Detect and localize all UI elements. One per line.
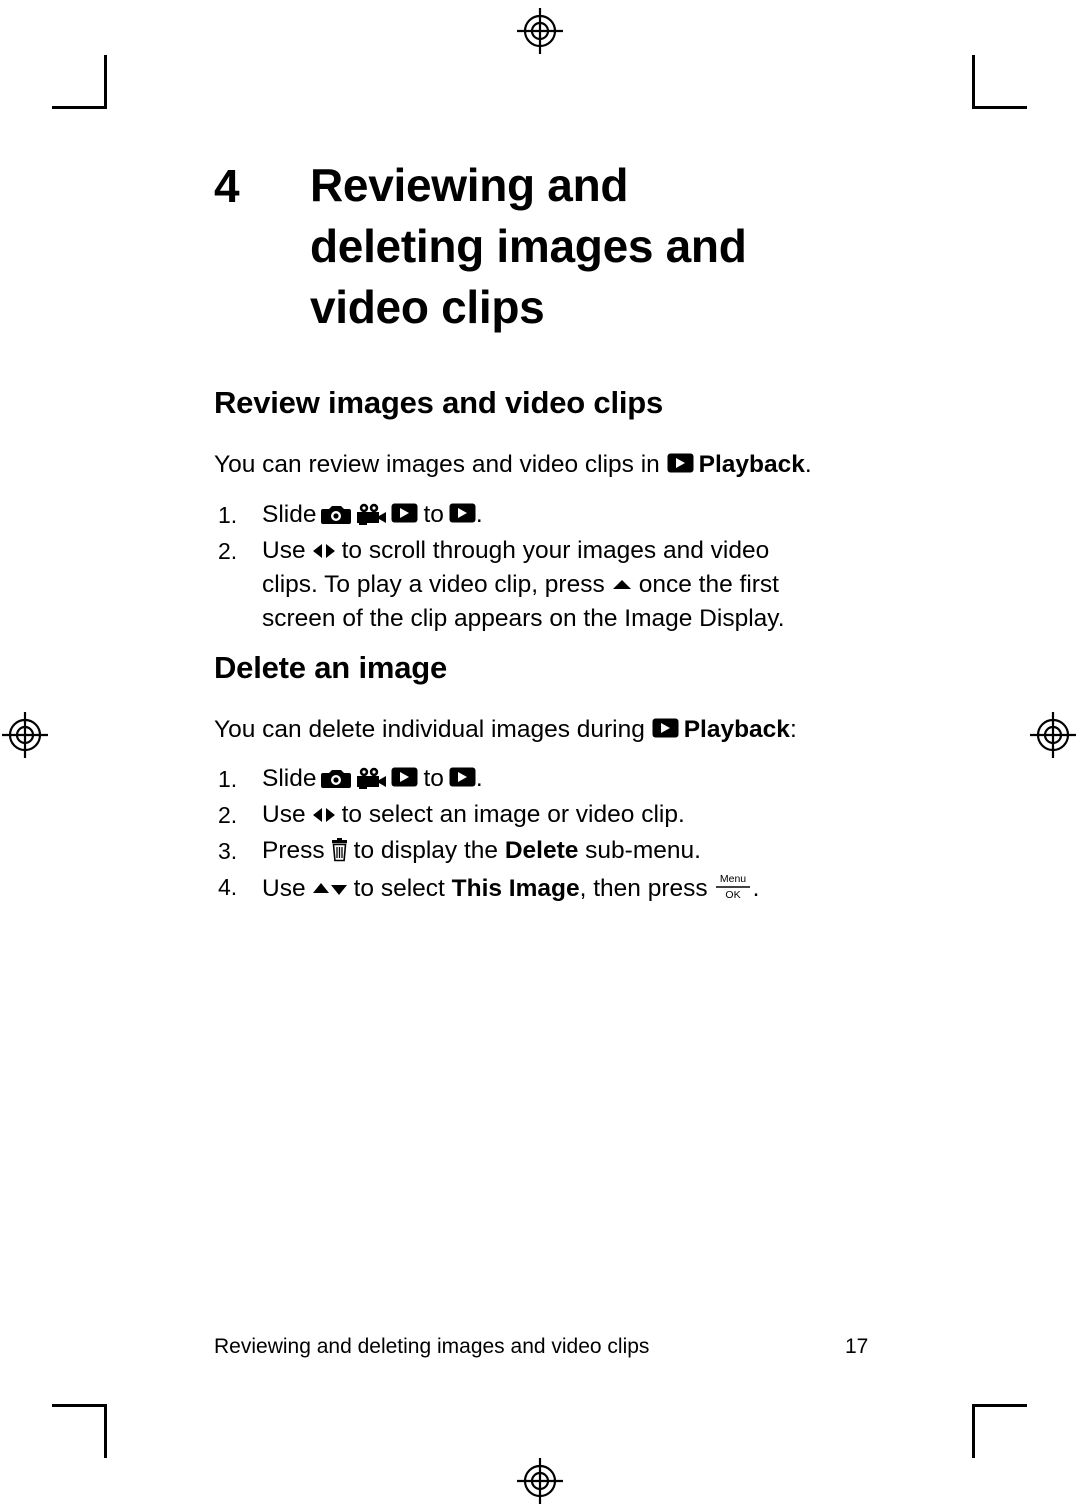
chapter-heading: 4 Reviewing and deleting images and vide… [214, 155, 874, 338]
playback-icon [667, 452, 694, 474]
trash-can-icon [330, 838, 349, 862]
video-capture-icon [356, 767, 387, 790]
left-right-arrows-icon [311, 541, 337, 561]
crop-mark-bottom-left-v [104, 1406, 107, 1458]
registration-mark-bottom [517, 1458, 563, 1504]
still-capture-icon [321, 767, 352, 790]
step-text-a: Slide [262, 765, 317, 792]
list-item: 4. Use to select This Image, then press M… [214, 870, 904, 906]
step-line: Slide to. [262, 498, 904, 532]
step-number: 1. [218, 766, 238, 792]
step-line: Press to display the Delete sub-menu. [262, 834, 904, 868]
step-line: clips. To play a video clip, press once t… [262, 568, 904, 602]
playback-icon [391, 502, 418, 524]
section-intro-delete: You can delete individual images during … [214, 713, 894, 747]
chapter-title-line-1: Reviewing and [310, 159, 629, 211]
list-item: 1. Slide to. [214, 498, 904, 532]
menu-ok-button-icon: Menu OK [713, 870, 753, 902]
crop-mark-bottom-right-v [972, 1406, 975, 1458]
step-number: 2. [218, 538, 238, 564]
intro-text-after: . [804, 451, 812, 478]
step-line: Use to scroll through your images and vid… [262, 534, 904, 568]
step-text-b: to select an image or video clip. [341, 801, 685, 828]
steps-list-review: 1. Slide to. 2. Use to scroll through your… [214, 498, 904, 638]
step-text-a: Press [262, 837, 325, 864]
up-arrow-icon [610, 577, 634, 593]
step-line2-a: clips. To play a video clip, press [262, 571, 605, 598]
step-text-c: . [475, 501, 483, 528]
step-text-a: Use [262, 537, 306, 564]
crop-mark-bottom-left-h [52, 1404, 107, 1407]
step-text-b: to select [353, 875, 452, 902]
chapter-title-line-3: video clips [310, 281, 545, 333]
step-number: 3. [218, 838, 238, 864]
manual-page: 4 Reviewing and deleting images and vide… [0, 0, 1080, 1512]
registration-mark-top [517, 8, 563, 54]
section-heading-delete: Delete an image [214, 650, 448, 685]
playback-icon [449, 766, 476, 788]
step-text-b: to [423, 501, 444, 528]
intro-text-bold: Playback [683, 716, 790, 743]
step-text-bold: This Image [451, 875, 580, 902]
step-number: 1. [218, 502, 238, 528]
svg-text:OK: OK [725, 889, 740, 901]
step-text-b: to scroll through your images and video [341, 537, 770, 564]
chapter-number: 4 [214, 160, 240, 212]
step-line: Slide to. [262, 762, 904, 796]
crop-mark-top-right-h [972, 106, 1027, 109]
playback-icon [391, 766, 418, 788]
step-line: screen of the clip appears on the Image … [262, 605, 785, 632]
list-item: 2. Use to scroll through your images and … [214, 534, 904, 636]
footer-page-number: 17 [845, 1335, 869, 1358]
intro-text-before: You can delete individual images during [214, 716, 652, 743]
crop-mark-top-left-h [52, 106, 107, 109]
chapter-title: Reviewing and deleting images and video … [310, 155, 747, 338]
intro-text-bold: Playback [698, 451, 805, 478]
step-text-a: Use [262, 801, 306, 828]
step-text-b: to [423, 765, 444, 792]
list-item: 1. Slide to. [214, 762, 904, 796]
section-intro-review: You can review images and video clips in… [214, 448, 894, 482]
video-capture-icon [356, 503, 387, 526]
step-line: Use to select an image or video clip. [262, 798, 904, 832]
step-text-c: . [475, 765, 483, 792]
left-right-arrows-icon [311, 805, 337, 825]
step-text-c: , then press [579, 875, 708, 902]
crop-mark-bottom-right-h [972, 1404, 1027, 1407]
playback-icon [449, 502, 476, 524]
list-item: 2. Use to select an image or video clip. [214, 798, 904, 832]
footer-title: Reviewing and deleting images and video … [214, 1335, 650, 1358]
chapter-title-line-2: deleting images and [310, 220, 747, 272]
step-text-a: Slide [262, 501, 317, 528]
step-text-bold: Delete [504, 837, 579, 864]
steps-list-delete: 1. Slide to. 2. Use to select an image or … [214, 762, 904, 908]
up-down-arrows-icon [311, 879, 349, 899]
still-capture-icon [321, 503, 352, 526]
registration-mark-left [2, 712, 48, 758]
section-heading-review: Review images and video clips [214, 385, 664, 420]
intro-text-after: : [789, 716, 797, 743]
step-text-d: . [752, 875, 760, 902]
step-text-b: to display the [353, 837, 505, 864]
list-item: 3. Press to display the Delete sub-menu. [214, 834, 904, 868]
intro-text-before: You can review images and video clips in [214, 451, 667, 478]
playback-icon [652, 717, 679, 739]
step-line: Use to select This Image, then press Menu… [262, 870, 904, 906]
step-line2-b: once the first [638, 571, 779, 598]
step-text-a: Use [262, 875, 306, 902]
crop-mark-top-right-v [972, 55, 975, 107]
step-number: 4. [218, 874, 238, 900]
registration-mark-right [1030, 712, 1076, 758]
svg-text:Menu: Menu [720, 873, 746, 885]
crop-mark-top-left-v [104, 55, 107, 107]
step-number: 2. [218, 802, 238, 828]
step-text-c: sub-menu. [578, 837, 701, 864]
